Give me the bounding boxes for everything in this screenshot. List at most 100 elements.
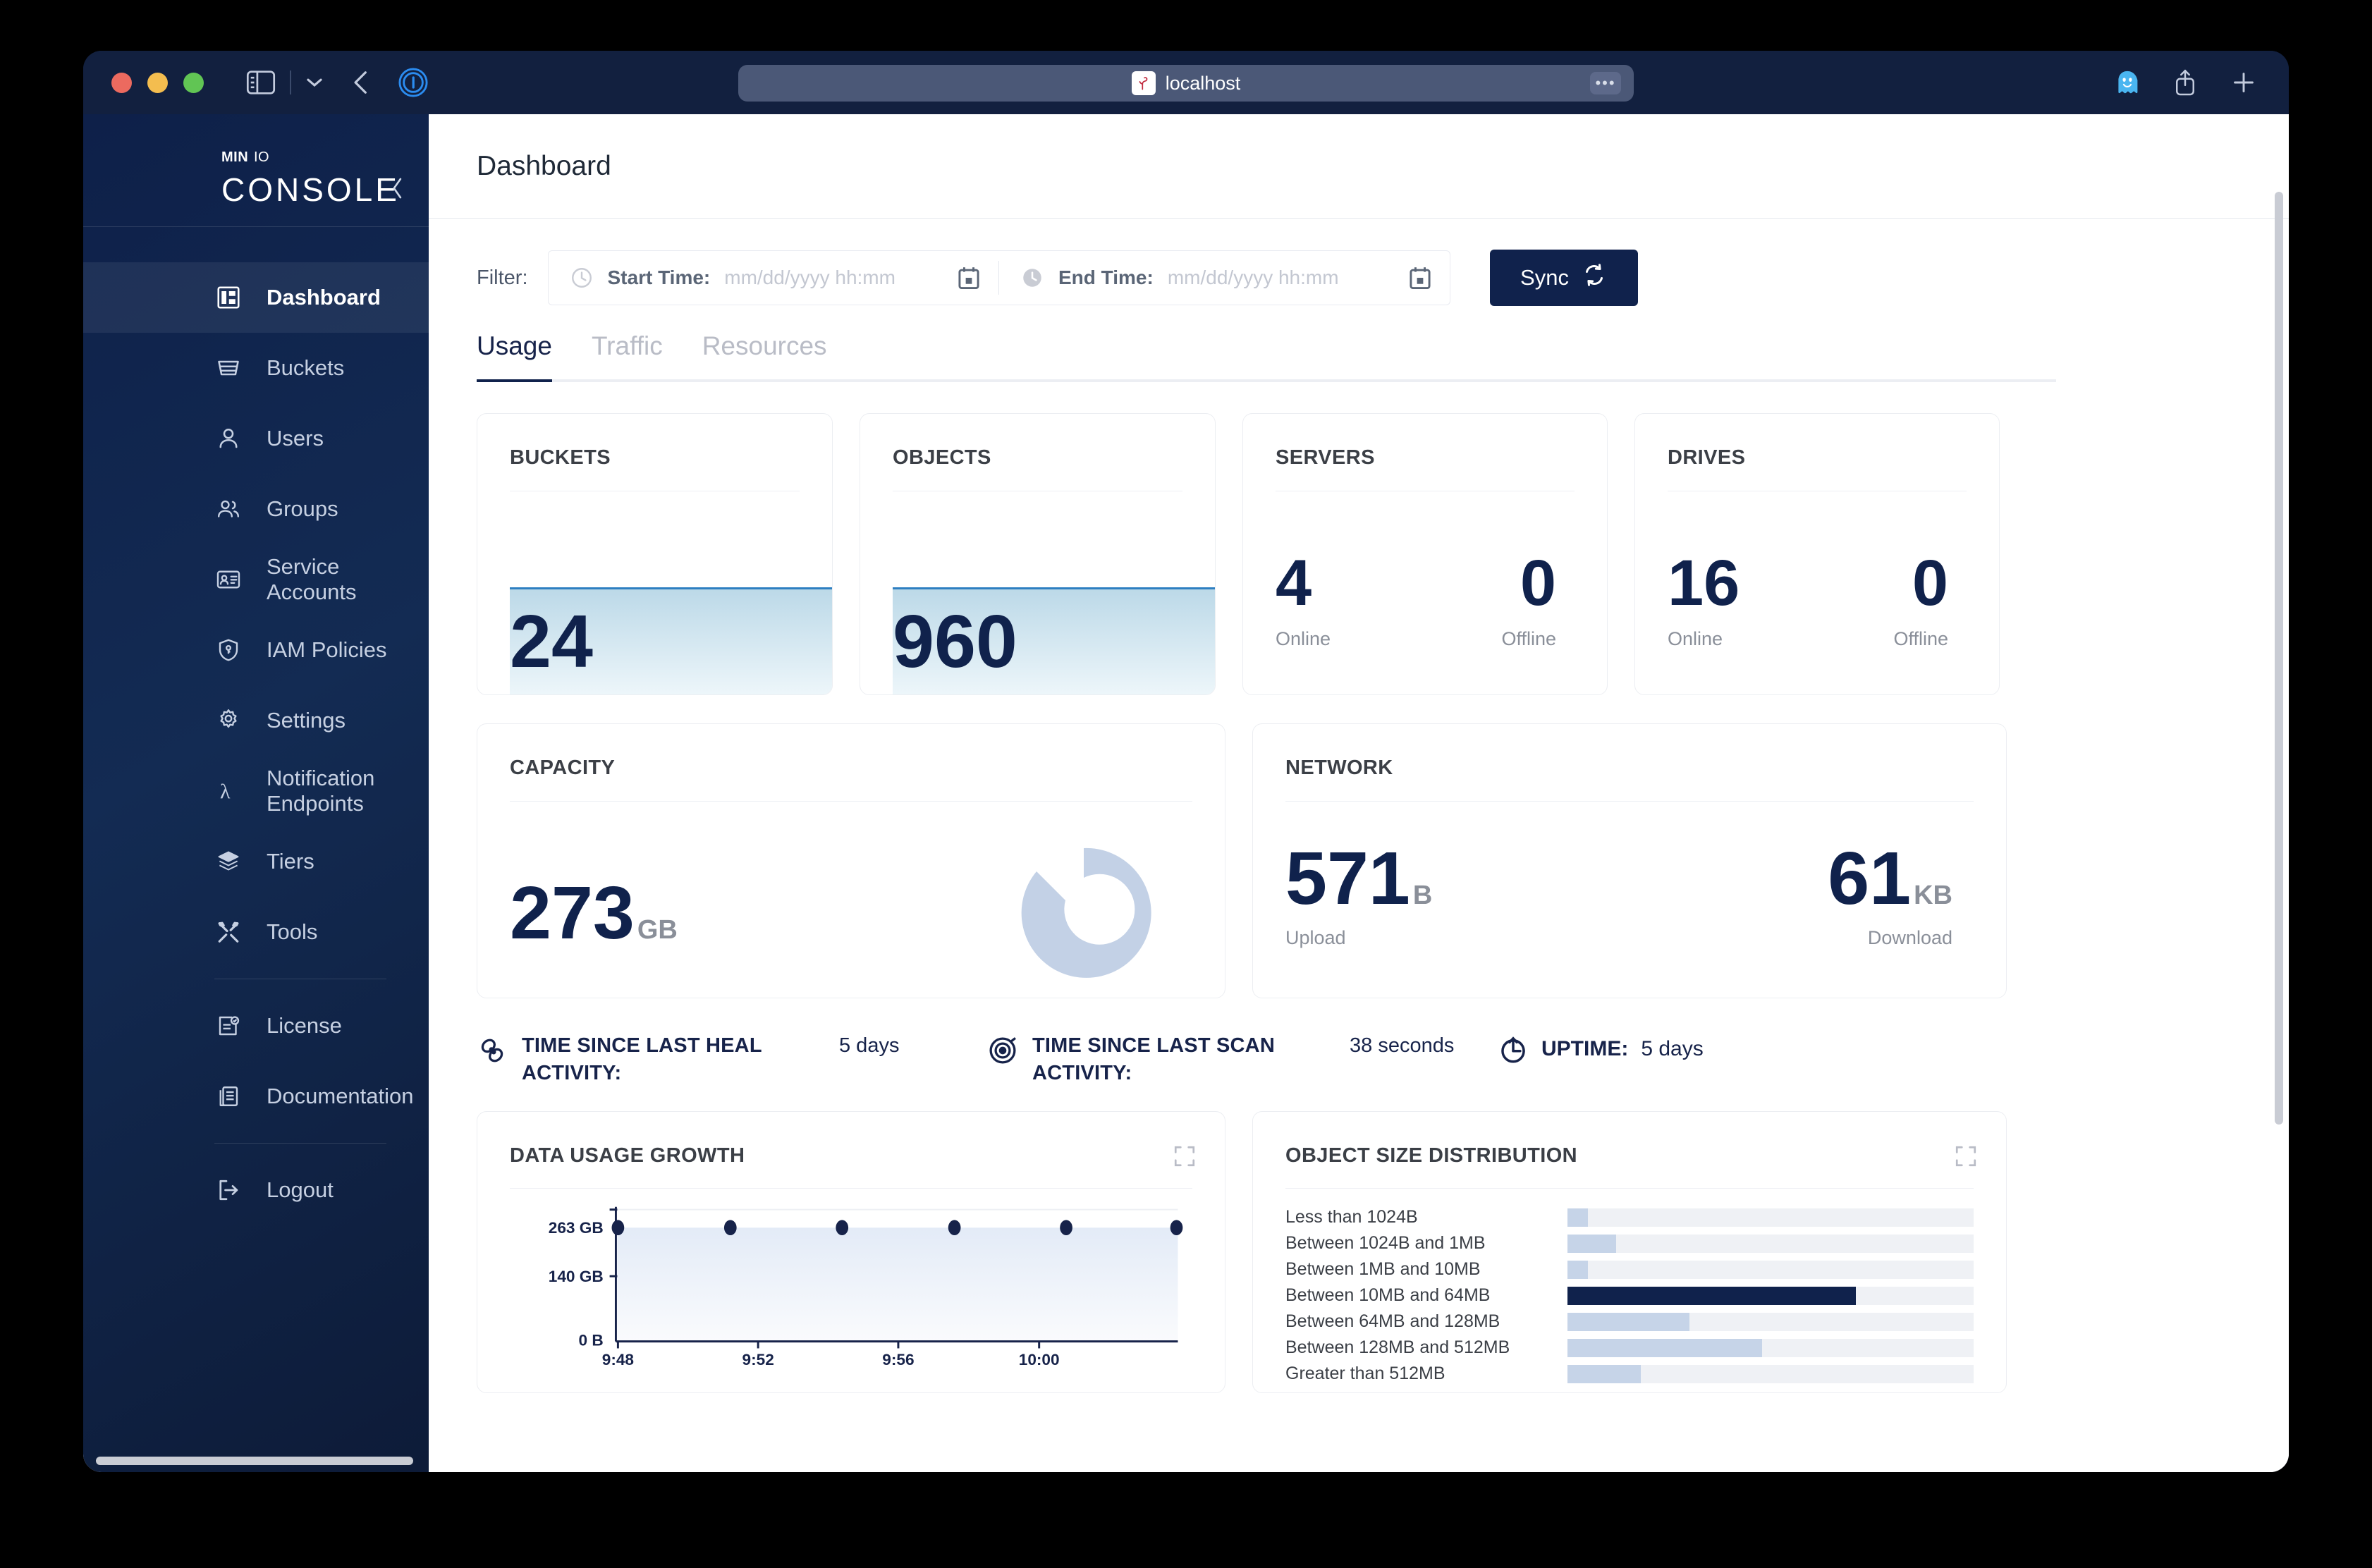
dist-row: Between 128MB and 512MB: [1285, 1335, 1974, 1361]
sidebar-item-label: Tiers: [267, 849, 314, 874]
sidebar-item-documentation[interactable]: Documentation: [83, 1061, 429, 1132]
dist-fill: [1567, 1235, 1616, 1253]
svg-text:9:52: 9:52: [742, 1351, 774, 1368]
capacity-card-title: CAPACITY: [477, 724, 1225, 801]
license-icon: [214, 1012, 243, 1040]
dist-track: [1567, 1261, 1974, 1279]
sidebar-item-service-accounts[interactable]: Service Accounts: [83, 544, 429, 615]
tab-traffic[interactable]: Traffic: [592, 331, 663, 379]
scan-stat: TIME SINCE LAST SCAN ACTIVITY: 38 second…: [987, 1032, 1498, 1087]
drives-offline: 0 Offline: [1893, 551, 1948, 650]
sidebar-item-dashboard[interactable]: Dashboard: [83, 262, 429, 333]
svg-text:9:56: 9:56: [882, 1351, 914, 1368]
servers-online-value: 4: [1276, 551, 1331, 615]
buckets-value-wrap: 24: [510, 539, 832, 694]
dist-label: Between 10MB and 64MB: [1285, 1285, 1567, 1306]
sidebar-item-buckets[interactable]: Buckets: [83, 333, 429, 403]
scan-value: 38 seconds: [1350, 1032, 1498, 1060]
network-upload-unit: B: [1413, 881, 1432, 910]
minimize-window-button[interactable]: [147, 73, 168, 93]
dist-label: Between 128MB and 512MB: [1285, 1337, 1567, 1358]
expand-icon[interactable]: [1173, 1144, 1197, 1168]
sidebar-toggle-icon[interactable]: [246, 71, 276, 94]
sidebar-item-settings[interactable]: Settings: [83, 685, 429, 756]
sidebar-item-tiers[interactable]: Tiers: [83, 826, 429, 897]
page-menu-button[interactable]: •••: [1590, 72, 1621, 94]
sidebar-item-notification-endpoints[interactable]: λ Notification Endpoints: [83, 756, 429, 826]
filter-label: Filter:: [477, 267, 528, 290]
onepassword-icon[interactable]: [398, 68, 428, 97]
drives-offline-value: 0: [1912, 551, 1948, 615]
dist-row: Between 1MB and 10MB: [1285, 1256, 1974, 1282]
end-time-input[interactable]: mm/dd/yyyy hh:mm: [1168, 267, 1339, 289]
capacity-value-group: 273GB: [510, 876, 678, 950]
dist-track: [1567, 1365, 1974, 1383]
uptime-stat: UPTIME: 5 days: [1498, 1032, 1704, 1066]
objects-card-title: OBJECTS: [860, 414, 1215, 491]
vertical-scrollbar[interactable]: [2275, 192, 2283, 1388]
sidebar-item-groups[interactable]: Groups: [83, 474, 429, 544]
close-window-button[interactable]: [111, 73, 132, 93]
sidebar-item-logout[interactable]: Logout: [83, 1155, 429, 1225]
sidebar-item-users[interactable]: Users: [83, 403, 429, 474]
uptime-icon: [1498, 1035, 1529, 1066]
tab-usage[interactable]: Usage: [477, 331, 552, 379]
sidebar-item-tools[interactable]: Tools: [83, 897, 429, 967]
uptime-label: UPTIME:: [1541, 1037, 1628, 1061]
start-time-field[interactable]: Start Time: mm/dd/yyyy hh:mm: [549, 251, 999, 305]
scan-icon: [987, 1035, 1018, 1066]
sidebar-item-label: Dashboard: [267, 285, 381, 310]
sidebar-item-label: Buckets: [267, 355, 344, 381]
dist-track: [1567, 1313, 1974, 1331]
object-size-distribution-card: OBJECT SIZE DISTRIBUTION Le: [1252, 1111, 2007, 1393]
heal-label: TIME SINCE LAST HEAL ACTIVITY:: [522, 1032, 825, 1087]
sidebar-item-iam-policies[interactable]: IAM Policies: [83, 615, 429, 685]
servers-values: 4 Online 0 Offline: [1243, 551, 1607, 650]
chevron-down-icon[interactable]: [305, 73, 324, 92]
id-card-icon: [214, 565, 243, 594]
minio-wordmark-icon: MIN IO: [221, 147, 400, 168]
objects-card: OBJECTS 960: [860, 413, 1216, 695]
minio-flamingo-icon: [1132, 71, 1156, 95]
sidebar-nav: Dashboard Buckets: [83, 227, 429, 1225]
toolbar-divider: [290, 71, 291, 94]
dist-fill: [1567, 1261, 1588, 1279]
sync-button-label: Sync: [1520, 265, 1569, 290]
toolbar-right: [2115, 68, 2256, 97]
window-controls[interactable]: [111, 73, 204, 93]
calendar-icon[interactable]: [958, 265, 980, 290]
sidebar-item-label: Settings: [267, 708, 346, 733]
card-divider: [510, 801, 1192, 802]
network-download-value: 61: [1828, 837, 1911, 920]
buckets-card: BUCKETS 24: [477, 413, 833, 695]
sidebar-item-label: Logout: [267, 1177, 334, 1203]
expand-icon[interactable]: [1954, 1144, 1978, 1168]
network-download-group: 61KB: [1828, 841, 1952, 916]
svg-text:263 GB: 263 GB: [549, 1219, 604, 1237]
drives-online-label: Online: [1668, 628, 1740, 650]
groups-icon: [214, 495, 243, 523]
sidebar-header: MIN IO CONSOLE: [83, 114, 429, 227]
end-time-field[interactable]: End Time: mm/dd/yyyy hh:mm: [999, 251, 1450, 305]
network-upload: 571B Upload: [1285, 841, 1432, 949]
dist-fill: [1567, 1208, 1588, 1227]
network-download-label: Download: [1868, 927, 1952, 949]
tab-resources[interactable]: Resources: [702, 331, 827, 379]
clock-icon: [570, 266, 594, 290]
maximize-window-button[interactable]: [183, 73, 204, 93]
address-bar[interactable]: localhost •••: [738, 65, 1634, 102]
sidebar-item-license[interactable]: License: [83, 991, 429, 1061]
servers-offline-value: 0: [1520, 551, 1556, 615]
network-card-title: NETWORK: [1253, 724, 2006, 801]
start-time-input[interactable]: mm/dd/yyyy hh:mm: [724, 267, 895, 289]
ghostery-icon[interactable]: [2115, 70, 2139, 95]
back-button[interactable]: [350, 71, 372, 94]
horizontal-scrollbar[interactable]: [96, 1457, 413, 1465]
capacity-body: 273GB: [477, 843, 1225, 984]
sync-button[interactable]: Sync: [1490, 250, 1638, 306]
new-tab-button[interactable]: [2231, 70, 2256, 95]
share-icon[interactable]: [2173, 68, 2197, 97]
end-time-label: End Time:: [1058, 267, 1154, 289]
collapse-sidebar-icon[interactable]: [391, 176, 405, 204]
calendar-icon[interactable]: [1409, 265, 1431, 290]
